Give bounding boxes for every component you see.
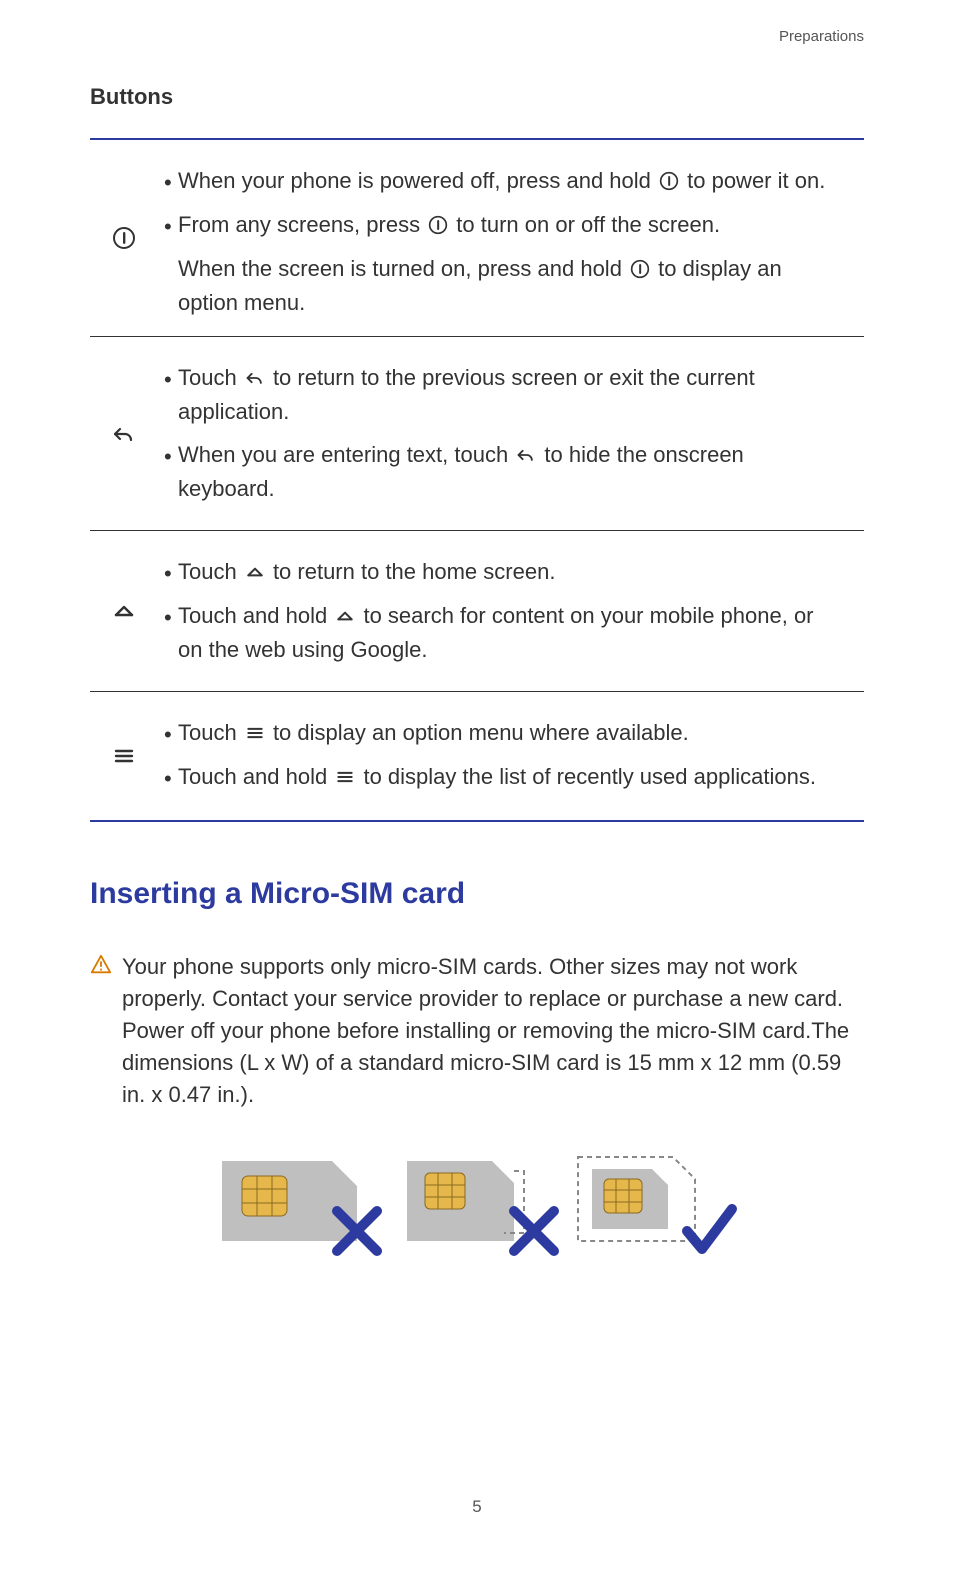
bullet-item: •Touch to return to the home screen. [164,555,844,591]
sim-nano-adapter [407,1161,524,1241]
menu-icon [90,692,160,820]
table-row: •Touch to display an option menu where a… [90,691,864,820]
continuation-text: When the screen is turned on, press and … [178,252,844,320]
button-description: •When your phone is powered off, press a… [160,140,864,336]
bullet-dot: • [164,716,178,752]
bullet-dot: • [164,164,178,200]
bullet-text: Touch and hold to search for content on … [178,599,844,667]
table-row: •When your phone is powered off, press a… [90,140,864,336]
cross-icon [514,1211,554,1251]
bullet-text: From any screens, press to turn on or of… [178,208,844,242]
table-row: •Touch to return to the previous screen … [90,336,864,529]
power-icon [90,140,160,336]
bullet-item: •Touch to display an option menu where a… [164,716,844,752]
sim-mini [222,1161,357,1241]
bullet-item: •From any screens, press to turn on or o… [164,208,844,244]
bullet-dot: • [164,760,178,796]
buttons-heading: Buttons [90,84,864,110]
bullet-dot: • [164,599,178,635]
check-icon [687,1209,732,1249]
button-description: •Touch to return to the previous screen … [160,337,864,529]
page-number: 5 [0,1497,954,1517]
bullet-item: •When your phone is powered off, press a… [164,164,844,200]
sim-figure [90,1141,864,1266]
bullet-item: •When you are entering text, touch to hi… [164,438,844,506]
bullet-text: Touch and hold to display the list of re… [178,760,844,794]
table-row: •Touch to return to the home screen.•Tou… [90,530,864,691]
bullet-dot: • [164,438,178,474]
bullet-text: When your phone is powered off, press an… [178,164,844,198]
bullet-item: •Touch and hold to display the list of r… [164,760,844,796]
bullet-dot: • [164,555,178,591]
back-icon [90,337,160,529]
bullet-text: When you are entering text, touch to hid… [178,438,844,506]
bullet-item: •Touch to return to the previous screen … [164,361,844,429]
bullet-dot: • [164,361,178,397]
bullet-item: •Touch and hold to search for content on… [164,599,844,667]
sim-micro [578,1157,695,1241]
bullet-dot: • [164,208,178,244]
button-description: •Touch to return to the home screen.•Tou… [160,531,864,691]
running-head: Preparations [779,28,864,45]
button-description: •Touch to display an option menu where a… [160,692,864,820]
section-title: Inserting a Micro-SIM card [90,877,864,911]
home-icon [90,531,160,691]
buttons-table: •When your phone is powered off, press a… [90,138,864,822]
bullet-text: Touch to display an option menu where av… [178,716,844,750]
bullet-text: Touch to return to the home screen. [178,555,844,589]
bullet-text: Touch to return to the previous screen o… [178,361,844,429]
warning-text: Your phone supports only micro-SIM cards… [122,951,864,1110]
warning-block: Your phone supports only micro-SIM cards… [90,951,864,1110]
warning-icon [90,951,122,985]
